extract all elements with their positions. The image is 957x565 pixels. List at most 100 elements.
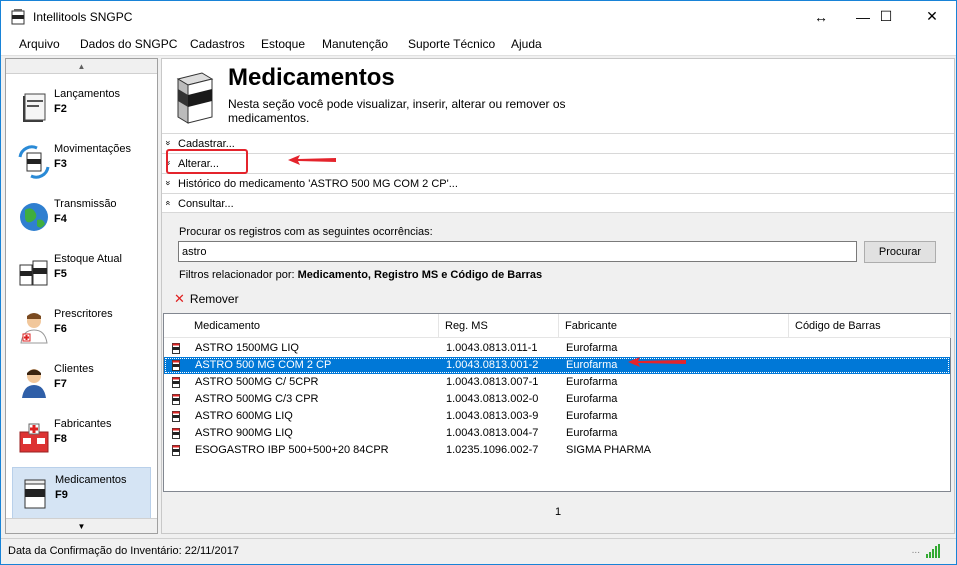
medicine-box-icon [172, 377, 180, 388]
cell-fabricante: SIGMA PHARMA [566, 444, 651, 456]
sidebar-item-lancamentos[interactable]: Lançamentos F2 [12, 82, 151, 134]
resize-icon[interactable]: ↔ [798, 1, 844, 32]
chevron-up-icon: « [163, 200, 174, 206]
menu-cadastros[interactable]: Cadastros [190, 37, 245, 51]
chevron-down-icon: » [163, 140, 174, 146]
page-header: Medicamentos Nesta seção você pode visua… [162, 59, 954, 133]
cell-medicamento: ASTRO 500MG C/ 5CPR [195, 376, 319, 388]
table-row[interactable]: ASTRO 500MG C/3 CPR 1.0043.0813.002-0 Euro… [164, 391, 950, 408]
medicine-box-icon [172, 428, 180, 439]
cell-reg-ms: 1.0043.0813.007-1 [446, 376, 539, 388]
cell-reg-ms: 1.0043.0813.004-7 [446, 427, 539, 439]
app-window: Intellitools SNGPC ↔ — ☐ ✕ Arquivo Dados… [0, 0, 957, 565]
annotation-arrow-icon [628, 357, 686, 367]
sidebar-item-label: Clientes [54, 363, 94, 375]
table-toolbar: ✕ Remover [162, 287, 954, 309]
table-row[interactable]: ASTRO 600MG LIQ 1.0043.0813.003-9 Eurofarm… [164, 408, 950, 425]
table-row[interactable]: ESOGASTRO IBP 500+500+20 84CPR 1.0235.109… [164, 442, 950, 459]
medicine-box-icon [172, 343, 180, 354]
cell-fabricante: Eurofarma [566, 359, 618, 371]
menu-estoque[interactable]: Estoque [261, 37, 305, 51]
cell-reg-ms: 1.0043.0813.002-0 [446, 393, 539, 405]
menu-dados-sngpc[interactable]: Dados do SNGPC [80, 37, 177, 51]
sidebar-item-transmissao[interactable]: Transmissão F4 [12, 192, 151, 244]
cell-medicamento: ASTRO 500 MG COM 2 CP [195, 359, 332, 371]
sidebar-item-movimentacoes[interactable]: Movimentações F3 [12, 137, 151, 189]
content-panel: Medicamentos Nesta seção você pode visua… [161, 58, 955, 534]
sidebar-item-shortcut: F6 [54, 323, 67, 335]
sidebar-item-fabricantes[interactable]: Fabricantes F8 [12, 412, 151, 464]
annotation-arrow-icon [288, 155, 336, 165]
resize-grip-icon[interactable]: ... [912, 545, 920, 556]
search-button[interactable]: Procurar [864, 241, 936, 263]
table-row[interactable]: ASTRO 1500MG LIQ 1.0043.0813.011-1 Eurofar… [164, 340, 950, 357]
sidebar-item-label: Estoque Atual [54, 253, 122, 265]
sidebar-item-label: Transmissão [54, 198, 117, 210]
app-icon [11, 9, 25, 25]
cell-medicamento: ASTRO 900MG LIQ [195, 427, 293, 439]
table-row[interactable]: ASTRO 900MG LIQ 1.0043.0813.004-7 Eurofarm… [164, 425, 950, 442]
page-description: Nesta seção você pode visualizar, inseri… [228, 97, 566, 125]
doctor-icon [20, 313, 48, 344]
menu-manutencao[interactable]: Manutenção [322, 37, 388, 51]
sidebar-scroll-down-button[interactable]: ▼ [6, 518, 157, 533]
column-reg-ms[interactable]: Reg. MS [439, 314, 559, 338]
sidebar-item-shortcut: F5 [54, 268, 67, 280]
sidebar-item-shortcut: F8 [54, 433, 67, 445]
menu-ajuda[interactable]: Ajuda [511, 37, 542, 51]
sidebar-item-clientes[interactable]: Clientes F7 [12, 357, 151, 409]
chevron-down-icon: » [163, 180, 174, 186]
menu-arquivo[interactable]: Arquivo [19, 37, 60, 51]
cell-medicamento: ASTRO 1500MG LIQ [195, 342, 299, 354]
window-title: Intellitools SNGPC [33, 10, 133, 24]
sidebar-item-label: Medicamentos [55, 474, 127, 486]
cell-fabricante: Eurofarma [566, 342, 618, 354]
sidebar-item-shortcut: F4 [54, 213, 67, 225]
section-alterar[interactable]: » Alterar... [162, 153, 954, 173]
remove-button[interactable]: ✕ Remover [174, 291, 239, 307]
medicine-box-icon [172, 411, 180, 422]
filters-prefix: Filtros relacionador por: [179, 269, 295, 281]
cell-medicamento: ESOGASTRO IBP 500+500+20 84CPR [195, 444, 389, 456]
sidebar-item-label: Prescritores [54, 308, 113, 320]
sidebar-item-label: Movimentações [54, 143, 132, 155]
section-label: Histórico do medicamento 'ASTRO 500 MG C… [178, 178, 458, 190]
sidebar-item-shortcut: F7 [54, 378, 67, 390]
medicine-box-icon [172, 445, 180, 456]
table-row[interactable]: ASTRO 500 MG COM 2 CP 1.0043.0813.001-2 Eu… [164, 357, 950, 374]
menu-suporte-tecnico[interactable]: Suporte Técnico [408, 37, 495, 51]
sidebar-item-estoque-atual[interactable]: Estoque Atual F5 [12, 247, 151, 299]
search-area: Procurar os registros com as seguintes o… [162, 213, 954, 285]
sidebar-item-prescritores[interactable]: Prescritores F6 [12, 302, 151, 354]
column-fabricante[interactable]: Fabricante [559, 314, 789, 338]
column-medicamento[interactable]: Medicamento [164, 314, 439, 338]
signal-strength-icon [926, 544, 940, 558]
person-icon [22, 369, 46, 398]
search-input[interactable] [178, 241, 857, 262]
status-bar: Data da Confirmação do Inventário: 22/11… [1, 538, 956, 564]
medicine-box-icon [176, 72, 214, 124]
cell-fabricante: Eurofarma [566, 410, 618, 422]
globe-icon [20, 203, 48, 231]
sidebar-item-medicamentos[interactable]: Medicamentos F9 [12, 467, 151, 519]
page-number[interactable]: 1 [555, 506, 561, 518]
section-cadastrar[interactable]: » Cadastrar... [162, 133, 954, 153]
cell-medicamento: ASTRO 600MG LIQ [195, 410, 293, 422]
maximize-button[interactable]: ☐ [863, 1, 909, 32]
section-historico[interactable]: » Histórico do medicamento 'ASTRO 500 MG… [162, 173, 954, 193]
sidebar-scroll-up-button[interactable]: ▲ [6, 59, 157, 74]
cell-reg-ms: 1.0043.0813.001-2 [446, 359, 539, 371]
table-row[interactable]: ASTRO 500MG C/ 5CPR 1.0043.0813.007-1 Euro… [164, 374, 950, 391]
sidebar-item-label: Lançamentos [54, 88, 121, 100]
cell-medicamento: ASTRO 500MG C/3 CPR [195, 393, 319, 405]
cell-fabricante: Eurofarma [566, 393, 618, 405]
column-codigo-barras[interactable]: Código de Barras [789, 314, 951, 338]
factory-icon [19, 423, 49, 453]
sidebar: ▲ Lançamentos F2 Movimentações F3 Transm… [5, 58, 158, 534]
close-button[interactable]: ✕ [909, 1, 955, 32]
medicamentos-table: Medicamento Reg. MS Fabricante Código de… [163, 313, 951, 492]
cell-reg-ms: 1.0043.0813.011-1 [446, 342, 538, 354]
section-consultar[interactable]: « Consultar... [162, 193, 954, 213]
status-text: Data da Confirmação do Inventário: 22/11… [8, 545, 239, 557]
sidebar-item-shortcut: F9 [55, 489, 68, 501]
